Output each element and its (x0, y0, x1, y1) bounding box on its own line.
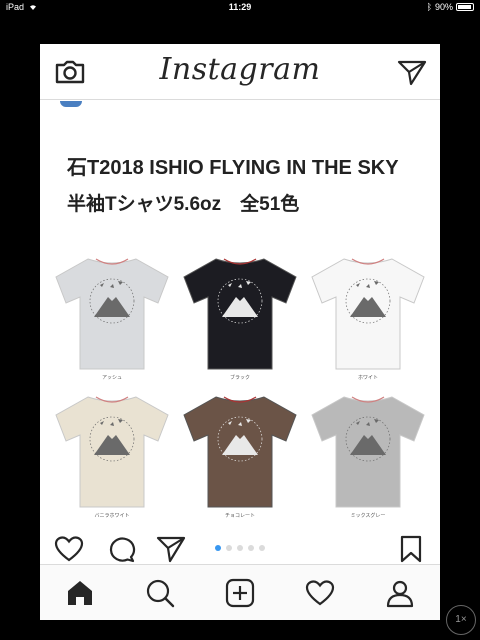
tshirt-image (311, 396, 425, 508)
nav-search[interactable] (142, 575, 178, 611)
battery-percent: 90% (434, 2, 453, 12)
carousel-dot (226, 545, 232, 551)
product-subtitle: 半袖Tシャツ5.6oz 全51色 (67, 194, 300, 215)
color-label: ミックスグレー (350, 513, 386, 519)
tshirt-image (183, 258, 297, 370)
product-title: 石T2018 ISHIO FLYING IN THE SKY (67, 157, 399, 179)
top-bar: Instagram (40, 44, 440, 100)
status-bar: iPad 11:29 ᛒ 90% (0, 0, 480, 14)
carousel-indicator (40, 545, 440, 551)
instagram-app: Instagram 石T2018 ISHIO FLYING IN THE SKY… (40, 44, 440, 620)
carousel-dot (248, 545, 254, 551)
tshirt-grid: アッシュ ブラック ホワイトバニラホワイト チョコレート ミックスグレー (48, 251, 432, 519)
tshirt-item: ブラック (176, 251, 304, 381)
color-label: ホワイト (357, 375, 378, 381)
color-label: チョコレート (224, 513, 255, 519)
tshirt-item: アッシュ (48, 251, 176, 381)
tshirt-item: ホワイト (304, 251, 432, 381)
battery-icon (456, 3, 474, 11)
direct-message-icon[interactable] (396, 58, 428, 86)
color-label: アッシュ (101, 375, 122, 381)
tshirt-item: バニラホワイト (48, 389, 176, 519)
nav-new-post[interactable] (222, 575, 258, 611)
activity-heart-icon (305, 579, 335, 605)
instagram-logo: Instagram (159, 52, 321, 87)
carousel-dot (237, 545, 243, 551)
color-label: バニラホワイト (94, 513, 130, 519)
tshirt-image (311, 258, 425, 370)
bluetooth-icon: ᛒ (426, 2, 432, 12)
bottom-navigation (40, 564, 440, 620)
color-label: ブラック (229, 375, 250, 381)
post-image[interactable]: 石T2018 ISHIO FLYING IN THE SKY 半袖Tシャツ5.6… (40, 101, 440, 561)
add-post-icon (225, 578, 255, 607)
nav-home[interactable] (62, 575, 98, 611)
bookmark-icon[interactable] (396, 535, 426, 563)
home-icon (68, 580, 92, 605)
previous-post-avatar (60, 101, 82, 107)
search-icon (146, 579, 175, 607)
tshirt-image (55, 396, 169, 508)
tshirt-item: チョコレート (176, 389, 304, 519)
tshirt-item: ミックスグレー (304, 389, 432, 519)
tshirt-image (55, 258, 169, 370)
carousel-dot (259, 545, 265, 551)
nav-activity[interactable] (302, 575, 338, 611)
profile-icon (386, 580, 414, 607)
carousel-dot (215, 545, 221, 551)
nav-profile[interactable] (382, 575, 418, 611)
post-actions (40, 531, 440, 565)
status-time: 11:29 (228, 2, 252, 12)
zoom-toggle-button[interactable]: 1× (446, 605, 476, 635)
tshirt-image (183, 396, 297, 508)
